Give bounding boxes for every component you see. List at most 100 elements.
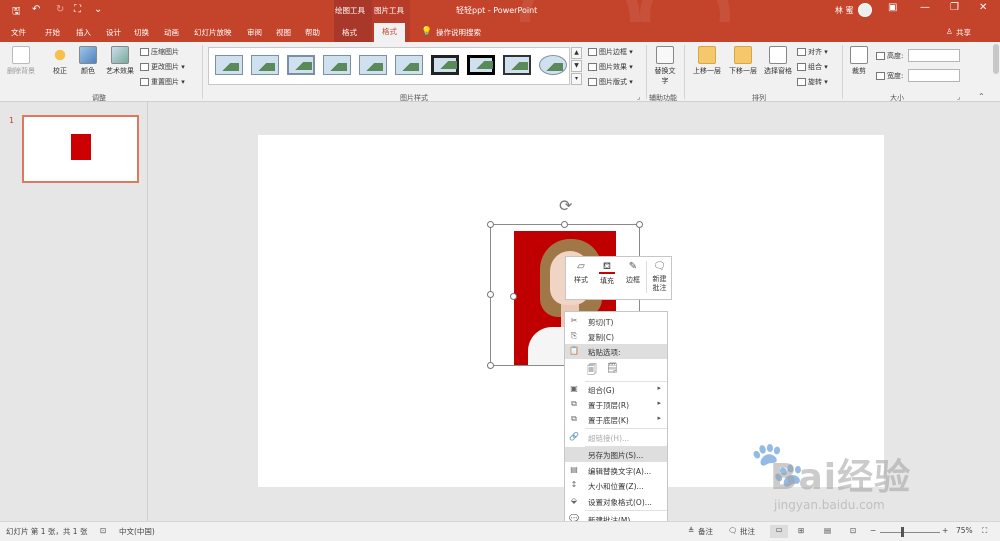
- resize-handle[interactable]: [636, 221, 643, 228]
- style-thumb[interactable]: [539, 55, 567, 75]
- crop-icon: [850, 46, 868, 64]
- tab-transitions[interactable]: 切换: [134, 27, 149, 38]
- slideshow-icon[interactable]: ⊡: [850, 526, 856, 535]
- remove-background-button[interactable]: 删除背景: [4, 46, 38, 76]
- menu-item-bring-to-front[interactable]: ⧉ 置于顶层(R) ▸: [565, 397, 667, 412]
- menu-item-copy[interactable]: ⎘ 复制(C): [565, 329, 667, 344]
- resize-handle[interactable]: [487, 291, 494, 298]
- menu-item-send-to-back[interactable]: ⧉ 置于底层(K) ▸: [565, 412, 667, 427]
- tab-animations[interactable]: 动画: [164, 27, 179, 38]
- group-button[interactable]: 组合 ▾: [797, 62, 828, 72]
- mini-new-comment-button[interactable]: 🗨 新建批注: [646, 261, 672, 293]
- tab-format-drawing[interactable]: 格式: [342, 27, 357, 38]
- height-input[interactable]: [908, 49, 960, 62]
- menu-item-group[interactable]: ▣ 组合(G) ▸: [565, 382, 667, 397]
- resize-handle[interactable]: [561, 221, 568, 228]
- crop-handle[interactable]: [510, 293, 517, 300]
- tab-slideshow[interactable]: 幻灯片放映: [194, 27, 232, 38]
- menu-item-cut[interactable]: ✂ 剪切(T): [565, 314, 667, 329]
- style-thumb[interactable]: [287, 55, 315, 75]
- customize-qat-icon[interactable]: ⌄: [94, 4, 102, 15]
- width-input[interactable]: [908, 69, 960, 82]
- ribbon-display-icon[interactable]: ▣: [888, 2, 897, 13]
- compress-pictures-button[interactable]: 压缩图片: [140, 47, 179, 57]
- zoom-out-icon[interactable]: −: [870, 526, 876, 535]
- change-picture-button[interactable]: 更改图片 ▾: [140, 62, 185, 72]
- resize-handle[interactable]: [487, 362, 494, 369]
- reading-view-icon[interactable]: ▤: [824, 526, 831, 535]
- menu-item-save-as-picture[interactable]: 另存为图片(S)...: [565, 447, 667, 462]
- tab-file[interactable]: 文件: [11, 27, 26, 38]
- avatar[interactable]: [858, 3, 872, 17]
- restore-icon[interactable]: ❐: [950, 2, 959, 13]
- style-thumb[interactable]: [215, 55, 243, 75]
- redo-icon[interactable]: ↻: [56, 4, 64, 15]
- menu-item-edit-alt-text[interactable]: ▤ 编辑替换文字(A)...: [565, 463, 667, 478]
- slide-sorter-icon[interactable]: ⊞: [798, 526, 804, 535]
- share-button[interactable]: 共享: [956, 27, 971, 38]
- alt-text-button[interactable]: 替换文字: [652, 46, 678, 86]
- zoom-slider-thumb[interactable]: [901, 527, 904, 537]
- menu-item-format-object[interactable]: ⬙ 设置对象格式(O)...: [565, 494, 667, 509]
- accessibility-status-icon[interactable]: ⊡: [100, 526, 106, 535]
- gallery-more-icon[interactable]: ▾: [571, 73, 582, 85]
- style-thumb[interactable]: [395, 55, 423, 75]
- save-icon[interactable]: 🖫: [12, 4, 21, 21]
- style-thumb[interactable]: [251, 55, 279, 75]
- align-button[interactable]: 对齐 ▾: [797, 47, 828, 57]
- undo-icon[interactable]: ↶: [32, 4, 40, 15]
- slide-thumbnail[interactable]: [22, 115, 139, 183]
- mini-style-button[interactable]: ▱ 样式: [569, 261, 593, 285]
- tab-view[interactable]: 视图: [276, 27, 291, 38]
- picture-layout-button[interactable]: 图片版式 ▾: [588, 77, 633, 87]
- dialog-launcher-icon[interactable]: ⌟: [637, 93, 640, 101]
- gallery-down-icon[interactable]: ▼: [571, 60, 582, 72]
- style-thumb[interactable]: [503, 55, 531, 75]
- crop-button[interactable]: 裁剪: [848, 46, 870, 76]
- zoom-level[interactable]: 75%: [956, 526, 973, 535]
- style-thumb[interactable]: [467, 55, 495, 75]
- paste-picture-icon[interactable]: 🗐: [587, 363, 597, 380]
- minimize-icon[interactable]: —: [920, 2, 930, 13]
- size-dialog-launcher-icon[interactable]: ⌟: [957, 93, 960, 101]
- style-thumb[interactable]: [323, 55, 351, 75]
- style-thumb[interactable]: [431, 55, 459, 75]
- tab-help[interactable]: 帮助: [305, 27, 320, 38]
- style-thumb[interactable]: [359, 55, 387, 75]
- paste-keep-source-icon[interactable]: 🗒: [606, 363, 619, 374]
- selection-pane-button[interactable]: 选择窗格: [762, 46, 794, 76]
- normal-view-icon[interactable]: ▭: [770, 525, 788, 538]
- picture-effects-button[interactable]: 图片效果 ▾: [588, 62, 633, 72]
- picture-border-button[interactable]: 图片边框 ▾: [588, 47, 633, 57]
- menu-item-hyperlink[interactable]: 🔗 超链接(H)...: [565, 430, 667, 445]
- user-name[interactable]: 林 蜜: [835, 5, 854, 16]
- send-backward-button[interactable]: 下移一层: [726, 46, 760, 76]
- tell-me-search[interactable]: 操作说明搜索: [436, 27, 481, 38]
- rotate-button[interactable]: 旋转 ▾: [797, 77, 828, 87]
- tab-home[interactable]: 开始: [45, 27, 60, 38]
- mini-fill-button[interactable]: ⛾ 填充: [595, 261, 619, 286]
- language-status[interactable]: 中文(中国): [119, 526, 155, 537]
- scrollbar[interactable]: [993, 44, 999, 74]
- resize-handle[interactable]: [487, 221, 494, 228]
- rotate-handle-icon[interactable]: ⟳: [559, 196, 572, 215]
- tab-design[interactable]: 设计: [106, 27, 121, 38]
- menu-item-size-position[interactable]: ↕ 大小和位置(Z)...: [565, 478, 667, 493]
- bring-forward-button[interactable]: 上移一层: [690, 46, 724, 76]
- gallery-up-icon[interactable]: ▲: [571, 47, 582, 59]
- tab-insert[interactable]: 插入: [76, 27, 91, 38]
- collapse-ribbon-icon[interactable]: ⌃: [978, 92, 985, 101]
- tab-review[interactable]: 审阅: [247, 27, 262, 38]
- artistic-effects-button[interactable]: 艺术效果: [102, 46, 138, 76]
- color-button[interactable]: 颜色: [76, 46, 100, 76]
- notes-button[interactable]: 备注: [698, 526, 713, 537]
- corrections-button[interactable]: 校正: [48, 46, 72, 76]
- comments-button[interactable]: 批注: [740, 526, 755, 537]
- close-icon[interactable]: ✕: [979, 2, 987, 13]
- fit-to-window-icon[interactable]: ⛶: [982, 526, 987, 536]
- mini-outline-button[interactable]: ✎ 边框: [621, 261, 645, 285]
- reset-picture-button[interactable]: 重置图片 ▾: [140, 77, 185, 87]
- tab-format-picture[interactable]: 格式: [374, 23, 405, 42]
- zoom-in-icon[interactable]: +: [942, 526, 948, 535]
- start-from-beginning-icon[interactable]: ⛶: [74, 4, 81, 15]
